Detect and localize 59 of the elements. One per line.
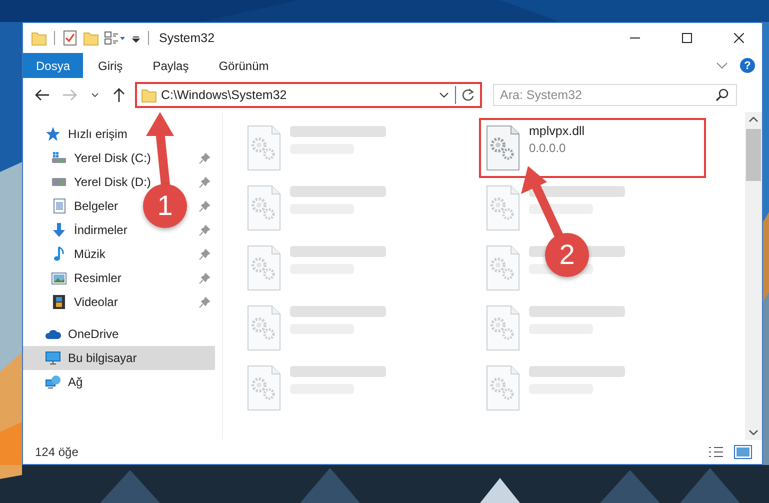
scroll-thumb[interactable] (746, 129, 761, 181)
file-type: 0.0.0.0 (529, 141, 567, 155)
file-name: mplvpx.dll (529, 124, 585, 138)
gear-document-icon (485, 245, 521, 291)
scrollbar[interactable] (745, 112, 762, 440)
document-icon (51, 198, 67, 214)
window-title: System32 (159, 31, 215, 45)
address-field[interactable]: C:\Windows\System32 (135, 82, 482, 108)
gear-document-icon (485, 185, 521, 231)
search-icon[interactable] (715, 88, 729, 102)
network-icon (45, 374, 61, 390)
file-tile[interactable]: mplvpx.dll 0.0.0.0 (479, 118, 706, 178)
item-count: 124 öğe (35, 445, 78, 459)
help-button[interactable]: ? (740, 58, 755, 73)
nav-item[interactable]: Yerel Disk (C:) (51, 146, 151, 170)
file-menu-tab[interactable]: Dosya (23, 53, 84, 78)
back-arrow-icon[interactable] (35, 89, 49, 101)
scroll-up-icon[interactable] (749, 117, 758, 122)
image-icon (51, 270, 67, 286)
nav-item[interactable]: Belgeler (51, 194, 118, 218)
gear-document-icon (246, 245, 282, 291)
gear-document-icon (246, 305, 282, 351)
scroll-down-icon[interactable] (749, 430, 758, 435)
nav-item[interactable]: Ağ (45, 370, 83, 394)
folder-icon (141, 87, 157, 103)
maximize-icon[interactable] (682, 33, 692, 43)
large-icons-view-icon[interactable] (734, 445, 752, 459)
gear-document-icon (485, 305, 521, 351)
chevron-down-icon[interactable] (716, 62, 728, 69)
down-arrow-icon (51, 222, 67, 238)
nav-item[interactable]: İndirmeler (51, 218, 128, 242)
ribbon-tab[interactable]: Giriş (85, 53, 136, 78)
close-icon[interactable] (734, 33, 744, 43)
view-icon[interactable] (104, 30, 126, 46)
nav-item[interactable]: Hızlı erişim (45, 122, 128, 146)
up-arrow-icon[interactable] (113, 88, 125, 102)
nav-item[interactable]: Müzik (51, 242, 106, 266)
gear-document-icon (246, 125, 282, 171)
gear-document-icon (246, 185, 282, 231)
nav-item[interactable]: Bu bilgisayar (23, 346, 215, 370)
monitor-icon (45, 350, 61, 366)
gear-document-icon (246, 365, 282, 411)
nav-item[interactable]: OneDrive (45, 322, 119, 346)
nav-item[interactable]: Videolar (51, 290, 118, 314)
caret-icon[interactable] (91, 92, 99, 98)
refresh-icon[interactable] (461, 88, 475, 102)
search-field[interactable]: Ara: System32 (493, 84, 737, 106)
ribbon-tab[interactable]: Paylaş (140, 53, 202, 78)
star-icon (45, 126, 61, 142)
checklist-icon[interactable] (62, 30, 78, 46)
gear-document-icon (485, 365, 521, 411)
details-view-icon[interactable] (708, 446, 724, 458)
ribbon-tab[interactable]: Görünüm (206, 53, 282, 78)
music-note-icon (51, 246, 67, 262)
caret-icon[interactable] (439, 92, 449, 98)
drive-icon (51, 150, 67, 166)
nav-item[interactable]: Resimler (51, 266, 122, 290)
gear-document-icon (485, 125, 521, 171)
film-icon (51, 294, 67, 310)
